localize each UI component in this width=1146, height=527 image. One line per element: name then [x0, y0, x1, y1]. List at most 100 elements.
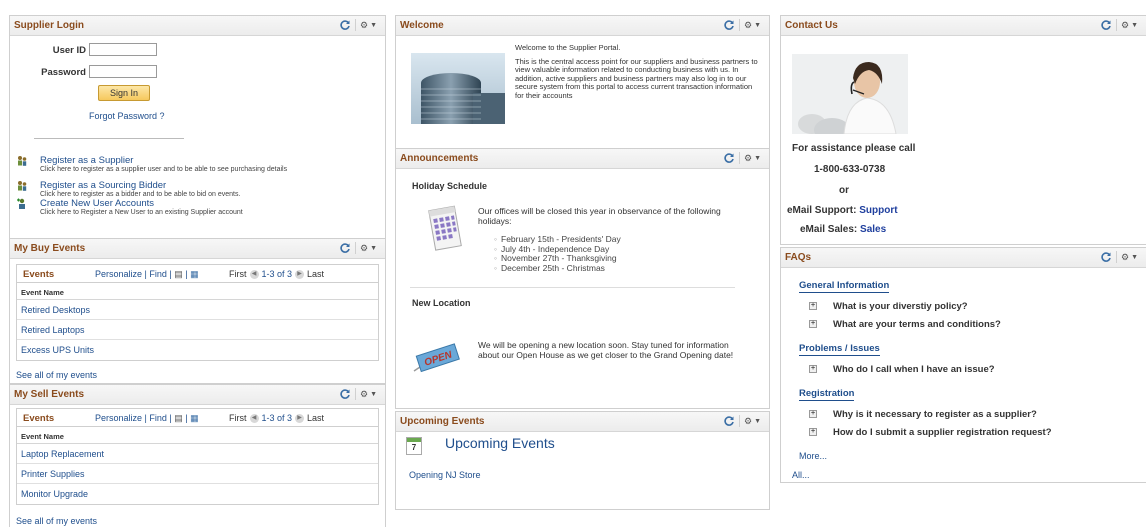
register-bidder-link[interactable]: Register as a Sourcing Bidder — [40, 180, 166, 191]
see-all-events-link[interactable]: See all of my events — [16, 370, 97, 380]
grid-header: Events Personalize | Find | ▤ | ▦ First ◀… — [17, 409, 378, 427]
prev-page-icon[interactable]: ◀ — [249, 413, 259, 423]
find-link[interactable]: Find — [149, 269, 167, 279]
view-all-icon[interactable]: ▤ — [174, 413, 183, 423]
pagelet-settings-button[interactable]: ⚙ ▼ — [1115, 19, 1142, 31]
pagelet-settings-button[interactable]: ⚙ ▼ — [738, 19, 765, 31]
holiday-heading: Holiday Schedule — [412, 181, 488, 191]
refresh-icon[interactable] — [339, 19, 351, 31]
sales-link[interactable]: Sales — [860, 224, 886, 235]
gear-icon: ⚙ — [1120, 19, 1130, 30]
download-icon[interactable]: ▦ — [190, 413, 199, 423]
faqs-pagelet: FAQs ⚙ ▼ General Information + What is you… — [780, 247, 1146, 483]
range-label: 1-3 of 3 — [261, 269, 293, 279]
users-icon — [18, 156, 27, 166]
password-label: Password — [41, 67, 86, 78]
table-row[interactable]: Printer Supplies — [17, 464, 378, 484]
see-all-events-link[interactable]: See all of my events — [16, 516, 97, 526]
email-support: eMail Support: Support — [787, 205, 898, 216]
table-row[interactable]: Excess UPS Units — [17, 340, 378, 360]
expand-icon[interactable]: + — [809, 428, 817, 437]
pagelet-header: Contact Us ⚙ ▼ — [781, 16, 1146, 36]
register-supplier-link[interactable]: Register as a Supplier — [40, 155, 133, 166]
faq-question[interactable]: + What is your diverstiy policy? — [809, 301, 968, 312]
phone-number: 1-800-633-0738 — [814, 164, 886, 175]
pagelet-title: FAQs — [785, 252, 812, 263]
faq-question[interactable]: + Why is it necessary to register as a su… — [809, 409, 1037, 420]
pagelet-settings-button[interactable]: ⚙ ▼ — [354, 242, 381, 254]
find-link[interactable]: Find — [149, 413, 167, 423]
faq-question[interactable]: + Who do I call when I have an issue? — [809, 364, 995, 375]
pagelet-settings-button[interactable]: ⚙ ▼ — [354, 19, 381, 31]
refresh-icon[interactable] — [723, 19, 735, 31]
pagelet-settings-button[interactable]: ⚙ ▼ — [738, 415, 765, 427]
grid-tools: Personalize | Find | ▤ | ▦ — [95, 269, 199, 279]
grid-tools: Personalize | Find | ▤ | ▦ — [95, 413, 199, 423]
faq-more-link[interactable]: More... — [799, 451, 827, 461]
refresh-icon[interactable] — [1100, 19, 1112, 31]
register-supplier-desc: Click here to register as a supplier use… — [40, 166, 288, 173]
refresh-icon[interactable] — [339, 242, 351, 254]
pagelet-settings-button[interactable]: ⚙ ▼ — [738, 152, 765, 164]
faq-problems-heading[interactable]: Problems / Issues — [799, 343, 880, 356]
gear-icon: ⚙ — [743, 19, 753, 30]
expand-icon[interactable]: + — [809, 365, 817, 374]
grid-pagination: First ◀ 1-3 of 3 ▶ Last — [229, 269, 324, 279]
office-building-image — [411, 53, 505, 124]
welcome-text: Welcome to the Supplier Portal. This is … — [515, 43, 760, 106]
sign-in-button[interactable]: Sign In — [98, 85, 150, 101]
events-grid: Events Personalize | Find | ▤ | ▦ First ◀… — [16, 408, 379, 505]
faq-general-heading[interactable]: General Information — [799, 280, 890, 293]
next-page-icon[interactable]: ▶ — [295, 269, 305, 279]
gear-icon: ⚙ — [1120, 251, 1130, 262]
email-support-label: eMail Support: — [787, 205, 857, 216]
download-icon[interactable]: ▦ — [190, 269, 199, 279]
faq-question[interactable]: + What are your terms and conditions? — [809, 319, 1001, 330]
table-row[interactable]: Retired Laptops — [17, 320, 378, 340]
user-id-input[interactable] — [89, 43, 157, 56]
upcoming-heading: Upcoming Events — [445, 435, 555, 451]
create-accounts-item: Create New User Accounts Click here to R… — [16, 198, 379, 220]
pagelet-settings-button[interactable]: ⚙ ▼ — [354, 388, 381, 400]
password-input[interactable] — [89, 65, 157, 78]
pagelet-header: Upcoming Events ⚙ ▼ — [396, 412, 769, 432]
faq-all-link[interactable]: All... — [792, 470, 810, 480]
calendar-image — [428, 205, 462, 251]
pagelet-settings-button[interactable]: ⚙ ▼ — [1115, 251, 1142, 263]
table-row[interactable]: Laptop Replacement — [17, 444, 378, 464]
next-page-icon[interactable]: ▶ — [295, 413, 305, 423]
support-link[interactable]: Support — [859, 205, 897, 216]
first-label: First — [229, 413, 247, 423]
refresh-icon[interactable] — [723, 152, 735, 164]
grid-title: Events — [23, 269, 55, 280]
pagelet-title: Upcoming Events — [400, 416, 485, 427]
holiday-list: February 15th - Presidents' Day July 4th… — [494, 234, 621, 273]
table-row[interactable]: Retired Desktops — [17, 300, 378, 320]
sell-events-pagelet: My Sell Events ⚙ ▼ Events Personalize | F… — [9, 384, 386, 527]
calendar-icon: 7 — [406, 437, 422, 455]
forgot-password-link[interactable]: Forgot Password ? — [89, 111, 165, 121]
faq-question[interactable]: + How do I submit a supplier registration… — [809, 427, 1052, 438]
calendar-day: 7 — [411, 443, 417, 452]
expand-icon[interactable]: + — [809, 302, 817, 311]
refresh-icon[interactable] — [339, 388, 351, 400]
first-label: First — [229, 269, 247, 279]
email-sales: eMail Sales: Sales — [800, 224, 886, 235]
upcoming-event-link[interactable]: Opening NJ Store — [409, 470, 481, 480]
personalize-link[interactable]: Personalize — [95, 413, 142, 423]
personalize-link[interactable]: Personalize — [95, 269, 142, 279]
grid-title: Events — [23, 413, 55, 424]
view-all-icon[interactable]: ▤ — [174, 269, 183, 279]
faq-registration-heading[interactable]: Registration — [799, 388, 855, 401]
prev-page-icon[interactable]: ◀ — [249, 269, 259, 279]
assist-text: For assistance please call — [792, 143, 916, 154]
refresh-icon[interactable] — [723, 415, 735, 427]
create-accounts-link[interactable]: Create New User Accounts — [40, 198, 154, 209]
expand-icon[interactable]: + — [809, 410, 817, 419]
pagelet-title: Announcements — [400, 153, 479, 164]
refresh-icon[interactable] — [1100, 251, 1112, 263]
expand-icon[interactable]: + — [809, 320, 817, 329]
table-row[interactable]: Monitor Upgrade — [17, 484, 378, 504]
pagelet-title: Supplier Login — [14, 20, 84, 31]
pagelet-header: Supplier Login ⚙ ▼ — [10, 16, 385, 36]
